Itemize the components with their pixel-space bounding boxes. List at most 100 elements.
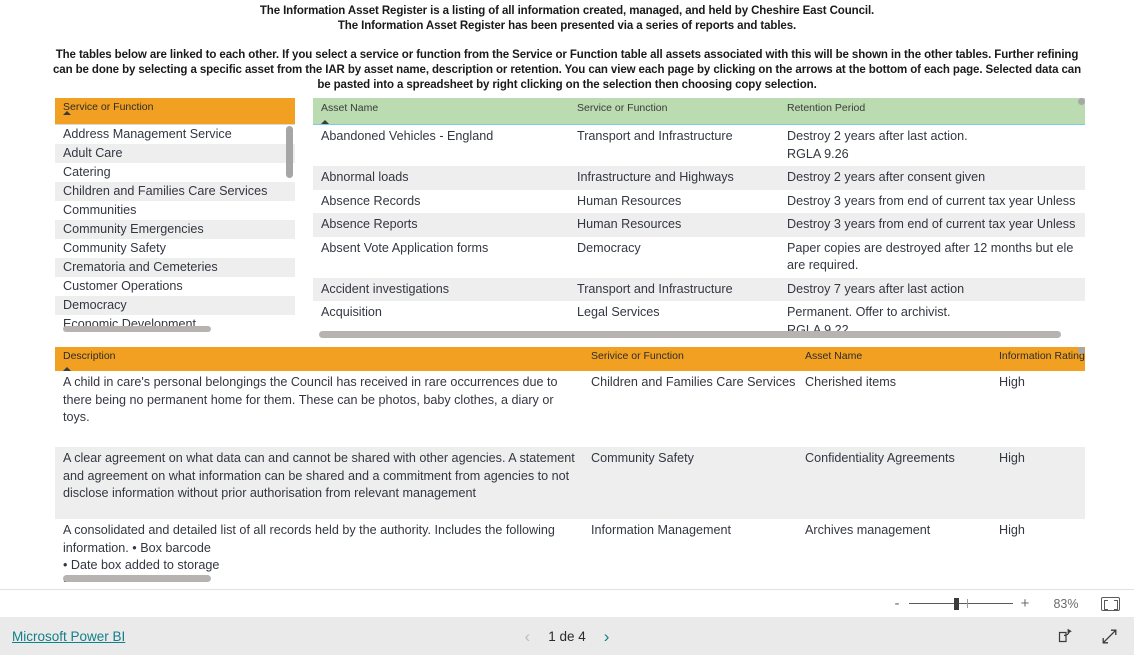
column-header-label: Service or Function — [63, 101, 154, 113]
column-header-label: Retention Period — [787, 102, 866, 114]
asset-table-horizontal-scrollbar[interactable] — [319, 331, 1061, 338]
cell-asset-name: Abandoned Vehicles - England — [321, 129, 494, 143]
cell-asset-name: Accident investigations — [321, 281, 450, 296]
cell-retention-period: Destroy 2 years after last action. RGLA … — [787, 129, 968, 161]
cell-description: A child in care's personal belongings th… — [63, 375, 558, 424]
service-table-horizontal-scrollbar[interactable] — [63, 326, 211, 332]
zoom-slider-track — [909, 602, 1013, 604]
cell-information-rating: High — [999, 523, 1025, 537]
report-page: The Information Asset Register is a list… — [0, 0, 1134, 655]
cell-asset-name: Absent Vote Application forms — [321, 240, 489, 255]
cell-asset-name: Archives management — [805, 523, 931, 537]
list-item[interactable]: Address Management Service — [55, 125, 295, 144]
column-header-label: Asset Name — [805, 350, 863, 362]
report-footer: Microsoft Power BI ‹ 1 de 4 › — [0, 617, 1134, 655]
column-header-asset-name[interactable]: Asset Name — [797, 347, 991, 371]
service-table-vertical-scrollbar[interactable] — [286, 126, 293, 178]
cell-service-or-function: Transport and Infrastructure — [577, 281, 733, 296]
list-item[interactable]: Community Safety — [55, 239, 295, 258]
asset-register-table[interactable]: Asset Name Service or Function Retention… — [313, 98, 1085, 338]
column-header-label: Serivice or Function — [591, 350, 684, 362]
footer-actions — [1058, 628, 1118, 645]
cell-description: A consolidated and detailed list of all … — [63, 523, 555, 582]
zoom-slider-thumb[interactable] — [954, 597, 959, 610]
service-or-function-header-row: Service or Function — [55, 98, 295, 125]
column-header-service-or-function[interactable]: Service or Function — [55, 98, 295, 115]
description-table[interactable]: Description Serivice or Function Asset N… — [55, 347, 1085, 582]
cell-description: A clear agreement on what data can and c… — [63, 451, 575, 500]
list-item[interactable]: Democracy — [55, 296, 295, 315]
list-item[interactable]: Communities — [55, 201, 295, 220]
table-row[interactable]: Absent Vote Application forms Democracy … — [313, 237, 1085, 278]
zoom-level-label: 83% — [1053, 596, 1079, 611]
list-item[interactable]: Children and Families Care Services — [55, 182, 295, 201]
cell-service-or-function: Human Resources — [577, 217, 682, 231]
list-item[interactable]: Catering — [55, 163, 295, 182]
table-row[interactable]: Accident investigations Transport and In… — [313, 277, 1085, 301]
sort-ascending-icon — [321, 120, 329, 124]
table-row[interactable]: Absence Reports Human Resources Destroy … — [313, 213, 1085, 237]
description-table-horizontal-scrollbar[interactable] — [63, 575, 211, 582]
column-header-label: Description — [63, 350, 116, 362]
table-row[interactable]: A clear agreement on what data can and c… — [55, 447, 1085, 519]
zoom-slider[interactable] — [909, 597, 1013, 611]
fullscreen-icon[interactable] — [1101, 628, 1118, 645]
cell-asset-name: Absence Records — [321, 193, 421, 208]
cell-asset-name: Absence Reports — [321, 217, 418, 231]
zoom-slider-tick — [967, 598, 968, 608]
cell-retention-period: Destroy 2 years after consent given — [787, 170, 986, 184]
previous-page-button[interactable]: ‹ — [525, 628, 531, 645]
column-header-description[interactable]: Description — [55, 347, 583, 371]
cell-retention-period: Destroy 3 years from end of current tax … — [787, 193, 1076, 208]
intro-line-1: The Information Asset Register is a list… — [259, 5, 875, 17]
table-row[interactable]: A child in care's personal belongings th… — [55, 371, 1085, 447]
asset-table-header-row: Asset Name Service or Function Retention… — [313, 98, 1085, 125]
cell-service-or-function: Human Resources — [577, 193, 682, 208]
description-table-header-row: Description Serivice or Function Asset N… — [55, 347, 1085, 371]
service-or-function-table[interactable]: Service or Function Address Management S… — [55, 98, 295, 332]
table-row[interactable]: Abandoned Vehicles - England Transport a… — [313, 125, 1085, 166]
column-header-information-rating[interactable]: Information Rating — [991, 347, 1085, 371]
zoom-out-button[interactable]: - — [889, 596, 905, 611]
table-focus-indicator-icon — [1078, 98, 1085, 105]
column-header-asset-name[interactable]: Asset Name — [313, 98, 569, 124]
cell-retention-period: Paper copies are destroyed after 12 mont… — [787, 240, 1074, 273]
intro-text-block: The Information Asset Register is a list… — [0, 0, 1134, 93]
next-page-button[interactable]: › — [604, 628, 610, 645]
table-row[interactable]: Abnormal loads Infrastructure and Highwa… — [313, 166, 1085, 190]
zoom-toolbar: - + 83% — [0, 589, 1134, 617]
cell-retention-period: Destroy 7 years after last action — [787, 281, 965, 296]
column-header-label: Service or Function — [577, 102, 668, 114]
zoom-in-button[interactable]: + — [1017, 596, 1033, 611]
share-icon[interactable] — [1058, 628, 1075, 644]
cell-service-or-function: Democracy — [577, 240, 641, 255]
column-header-service-or-function[interactable]: Service or Function — [569, 98, 779, 124]
list-item[interactable]: Customer Operations — [55, 277, 295, 296]
cell-asset-name: Abnormal loads — [321, 170, 409, 184]
intro-line-2: The Information Asset Register has been … — [337, 20, 797, 32]
table-row[interactable]: Absence Records Human Resources Destroy … — [313, 190, 1085, 214]
cell-retention-period: Destroy 3 years from end of current tax … — [787, 217, 1076, 231]
list-item[interactable]: Community Emergencies — [55, 220, 295, 239]
description-table-body: A child in care's personal belongings th… — [55, 371, 1085, 582]
table-row[interactable]: A consolidated and detailed list of all … — [55, 519, 1085, 582]
sort-ascending-icon — [63, 111, 71, 115]
cell-service-or-function: Infrastructure and Highways — [577, 170, 734, 184]
cell-service-or-function: Children and Families Care Services — [591, 375, 796, 389]
fit-to-page-icon[interactable] — [1101, 596, 1120, 611]
cell-service-or-function: Transport and Infrastructure — [577, 129, 733, 143]
cell-asset-name: Cherished items — [805, 375, 896, 389]
page-indicator-label: 1 de 4 — [548, 628, 586, 644]
asset-table-body: Abandoned Vehicles - England Transport a… — [313, 125, 1085, 338]
page-navigation: ‹ 1 de 4 › — [0, 628, 1134, 645]
sort-ascending-icon — [63, 367, 71, 371]
cell-asset-name: Confidentiality Agreements — [805, 451, 955, 465]
list-item[interactable]: Crematoria and Cemeteries — [55, 258, 295, 277]
cell-information-rating: High — [999, 451, 1025, 465]
list-item[interactable]: Adult Care — [55, 144, 295, 163]
column-header-label: Information Rating — [999, 350, 1085, 362]
column-header-service-or-function[interactable]: Serivice or Function — [583, 347, 797, 371]
column-header-retention-period[interactable]: Retention Period — [779, 98, 1085, 124]
cell-information-rating: High — [999, 375, 1025, 389]
intro-paragraph: The tables below are linked to each othe… — [52, 49, 1081, 91]
